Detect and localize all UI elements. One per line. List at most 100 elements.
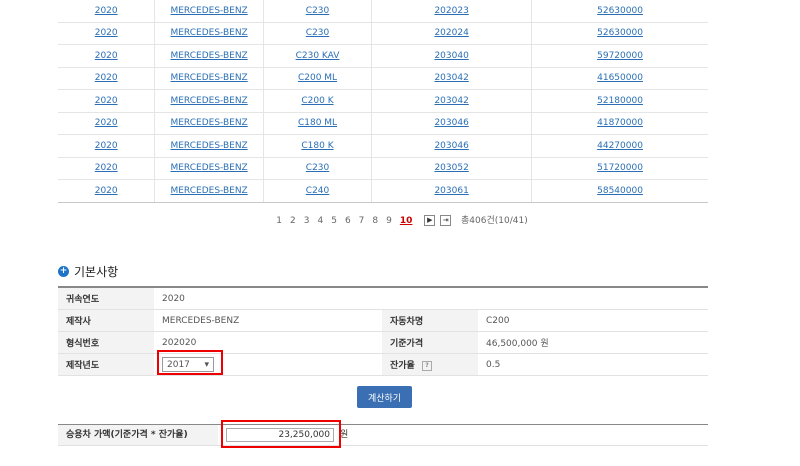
table-cell-year: 2020 — [58, 67, 156, 90]
table-row: 2020 MERCEDES-BENZ C200 K 203042 52180000 — [58, 89, 708, 113]
table-cell-maker: MERCEDES-BENZ — [154, 179, 264, 203]
table-cell-maker: MERCEDES-BENZ — [154, 0, 264, 23]
row-link-price[interactable]: 44270000 — [597, 141, 643, 151]
row-link-code[interactable]: 202023 — [434, 6, 468, 16]
table-cell-code: 203046 — [371, 134, 533, 158]
table-cell-year: 2020 — [58, 44, 156, 68]
row-link-maker[interactable]: MERCEDES-BENZ — [170, 96, 247, 106]
row-link-year[interactable]: 2020 — [95, 6, 118, 16]
row-link-model[interactable]: C200 K — [301, 96, 333, 106]
results-table: 2020 MERCEDES-BENZ C230 202023 52630000 2020 M… — [58, 0, 708, 203]
pagination: 1 2 3 4 5 6 7 8 9 10 ▶ ⇥ 총406건(10/41) — [0, 213, 800, 226]
row-link-year[interactable]: 2020 — [95, 73, 118, 83]
row-link-maker[interactable]: MERCEDES-BENZ — [170, 6, 247, 16]
row-link-maker[interactable]: MERCEDES-BENZ — [170, 163, 247, 173]
row-link-model[interactable]: C180 ML — [298, 118, 337, 128]
page-link[interactable]: 8 — [372, 216, 378, 226]
table-cell-code: 203040 — [371, 44, 533, 68]
row-link-maker[interactable]: MERCEDES-BENZ — [170, 118, 247, 128]
page-link[interactable]: 2 — [290, 216, 296, 226]
row-link-year[interactable]: 2020 — [95, 186, 118, 196]
row-link-price[interactable]: 41650000 — [597, 73, 643, 83]
page-link[interactable]: 3 — [304, 216, 310, 226]
row-link-maker[interactable]: MERCEDES-BENZ — [170, 51, 247, 61]
plus-circle-icon: + — [58, 266, 69, 277]
row-link-model[interactable]: C230 — [306, 28, 329, 38]
residual-label-text: 잔가율 — [390, 361, 415, 371]
page-link[interactable]: 1 — [276, 216, 282, 226]
row-link-year[interactable]: 2020 — [95, 118, 118, 128]
row-link-code[interactable]: 203040 — [434, 51, 468, 61]
row-link-price[interactable]: 52630000 — [597, 6, 643, 16]
table-cell-price: 59720000 — [531, 44, 708, 68]
row-link-price[interactable]: 52180000 — [597, 96, 643, 106]
table-cell-year: 2020 — [58, 179, 156, 203]
row-link-maker[interactable]: MERCEDES-BENZ — [170, 186, 247, 196]
label-carname: 자동차명 — [382, 309, 478, 332]
row-link-price[interactable]: 52630000 — [597, 28, 643, 38]
row-link-model[interactable]: C230 — [306, 6, 329, 16]
last-page-icon[interactable]: ⇥ — [440, 215, 452, 226]
calculate-button[interactable]: 계산하기 — [357, 386, 412, 408]
table-cell-price: 41650000 — [531, 67, 708, 90]
value-baseprice: 46,500,000 원 — [478, 331, 708, 354]
page-link[interactable]: 5 — [331, 216, 337, 226]
row-link-price[interactable]: 59720000 — [597, 51, 643, 61]
table-cell-code: 203061 — [371, 179, 533, 203]
page-link[interactable]: 6 — [345, 216, 351, 226]
value-year: 2020 — [154, 286, 708, 310]
highlight-result — [221, 420, 341, 448]
row-link-model[interactable]: C230 — [306, 163, 329, 173]
table-cell-code: 202023 — [371, 0, 533, 23]
row-link-code[interactable]: 203046 — [434, 141, 468, 151]
table-cell-maker: MERCEDES-BENZ — [154, 157, 264, 180]
table-cell-model: C230 KAV — [263, 44, 373, 68]
next-page-icon[interactable]: ▶ — [424, 215, 436, 226]
table-cell-model: C230 — [263, 22, 373, 45]
table-cell-year: 2020 — [58, 0, 156, 23]
page-link[interactable]: 10 — [400, 216, 413, 226]
table-cell-year: 2020 — [58, 157, 156, 180]
table-cell-year: 2020 — [58, 89, 156, 113]
table-cell-year: 2020 — [58, 112, 156, 135]
table-cell-year: 2020 — [58, 134, 156, 158]
row-link-price[interactable]: 51720000 — [597, 163, 643, 173]
help-icon[interactable]: ? — [421, 360, 432, 371]
row-link-maker[interactable]: MERCEDES-BENZ — [170, 28, 247, 38]
row-link-code[interactable]: 202024 — [434, 28, 468, 38]
row-link-model[interactable]: C230 KAV — [296, 51, 340, 61]
row-link-price[interactable]: 41870000 — [597, 118, 643, 128]
row-link-year[interactable]: 2020 — [95, 51, 118, 61]
label-mfgyear: 제작년도 — [58, 353, 154, 376]
page-link[interactable]: 4 — [317, 216, 323, 226]
row-link-code[interactable]: 203052 — [434, 163, 468, 173]
row-link-code[interactable]: 203046 — [434, 118, 468, 128]
row-link-code[interactable]: 203042 — [434, 96, 468, 106]
table-cell-price: 52630000 — [531, 22, 708, 45]
row-link-year[interactable]: 2020 — [95, 96, 118, 106]
row-link-maker[interactable]: MERCEDES-BENZ — [170, 141, 247, 151]
table-cell-price: 52180000 — [531, 89, 708, 113]
table-cell-maker: MERCEDES-BENZ — [154, 134, 264, 158]
result-label: 승용차 가액(기준가격 * 잔가율) — [58, 425, 218, 445]
table-cell-model: C240 — [263, 179, 373, 203]
page-link[interactable]: 9 — [386, 216, 392, 226]
row-link-code[interactable]: 203042 — [434, 73, 468, 83]
page-link[interactable]: 7 — [359, 216, 365, 226]
row-link-maker[interactable]: MERCEDES-BENZ — [170, 73, 247, 83]
section-title: 기본사항 — [74, 265, 119, 279]
row-link-year[interactable]: 2020 — [95, 141, 118, 151]
row-link-year[interactable]: 2020 — [95, 163, 118, 173]
highlight-mfgyear — [157, 350, 223, 375]
row-link-model[interactable]: C180 K — [301, 141, 333, 151]
row-link-code[interactable]: 203061 — [434, 186, 468, 196]
table-cell-model: C200 ML — [263, 67, 373, 90]
table-cell-price: 58540000 — [531, 179, 708, 203]
row-link-model[interactable]: C240 — [306, 186, 329, 196]
row-link-model[interactable]: C200 ML — [298, 73, 337, 83]
table-cell-maker: MERCEDES-BENZ — [154, 112, 264, 135]
table-cell-price: 52630000 — [531, 0, 708, 23]
table-cell-price: 51720000 — [531, 157, 708, 180]
row-link-year[interactable]: 2020 — [95, 28, 118, 38]
row-link-price[interactable]: 58540000 — [597, 186, 643, 196]
